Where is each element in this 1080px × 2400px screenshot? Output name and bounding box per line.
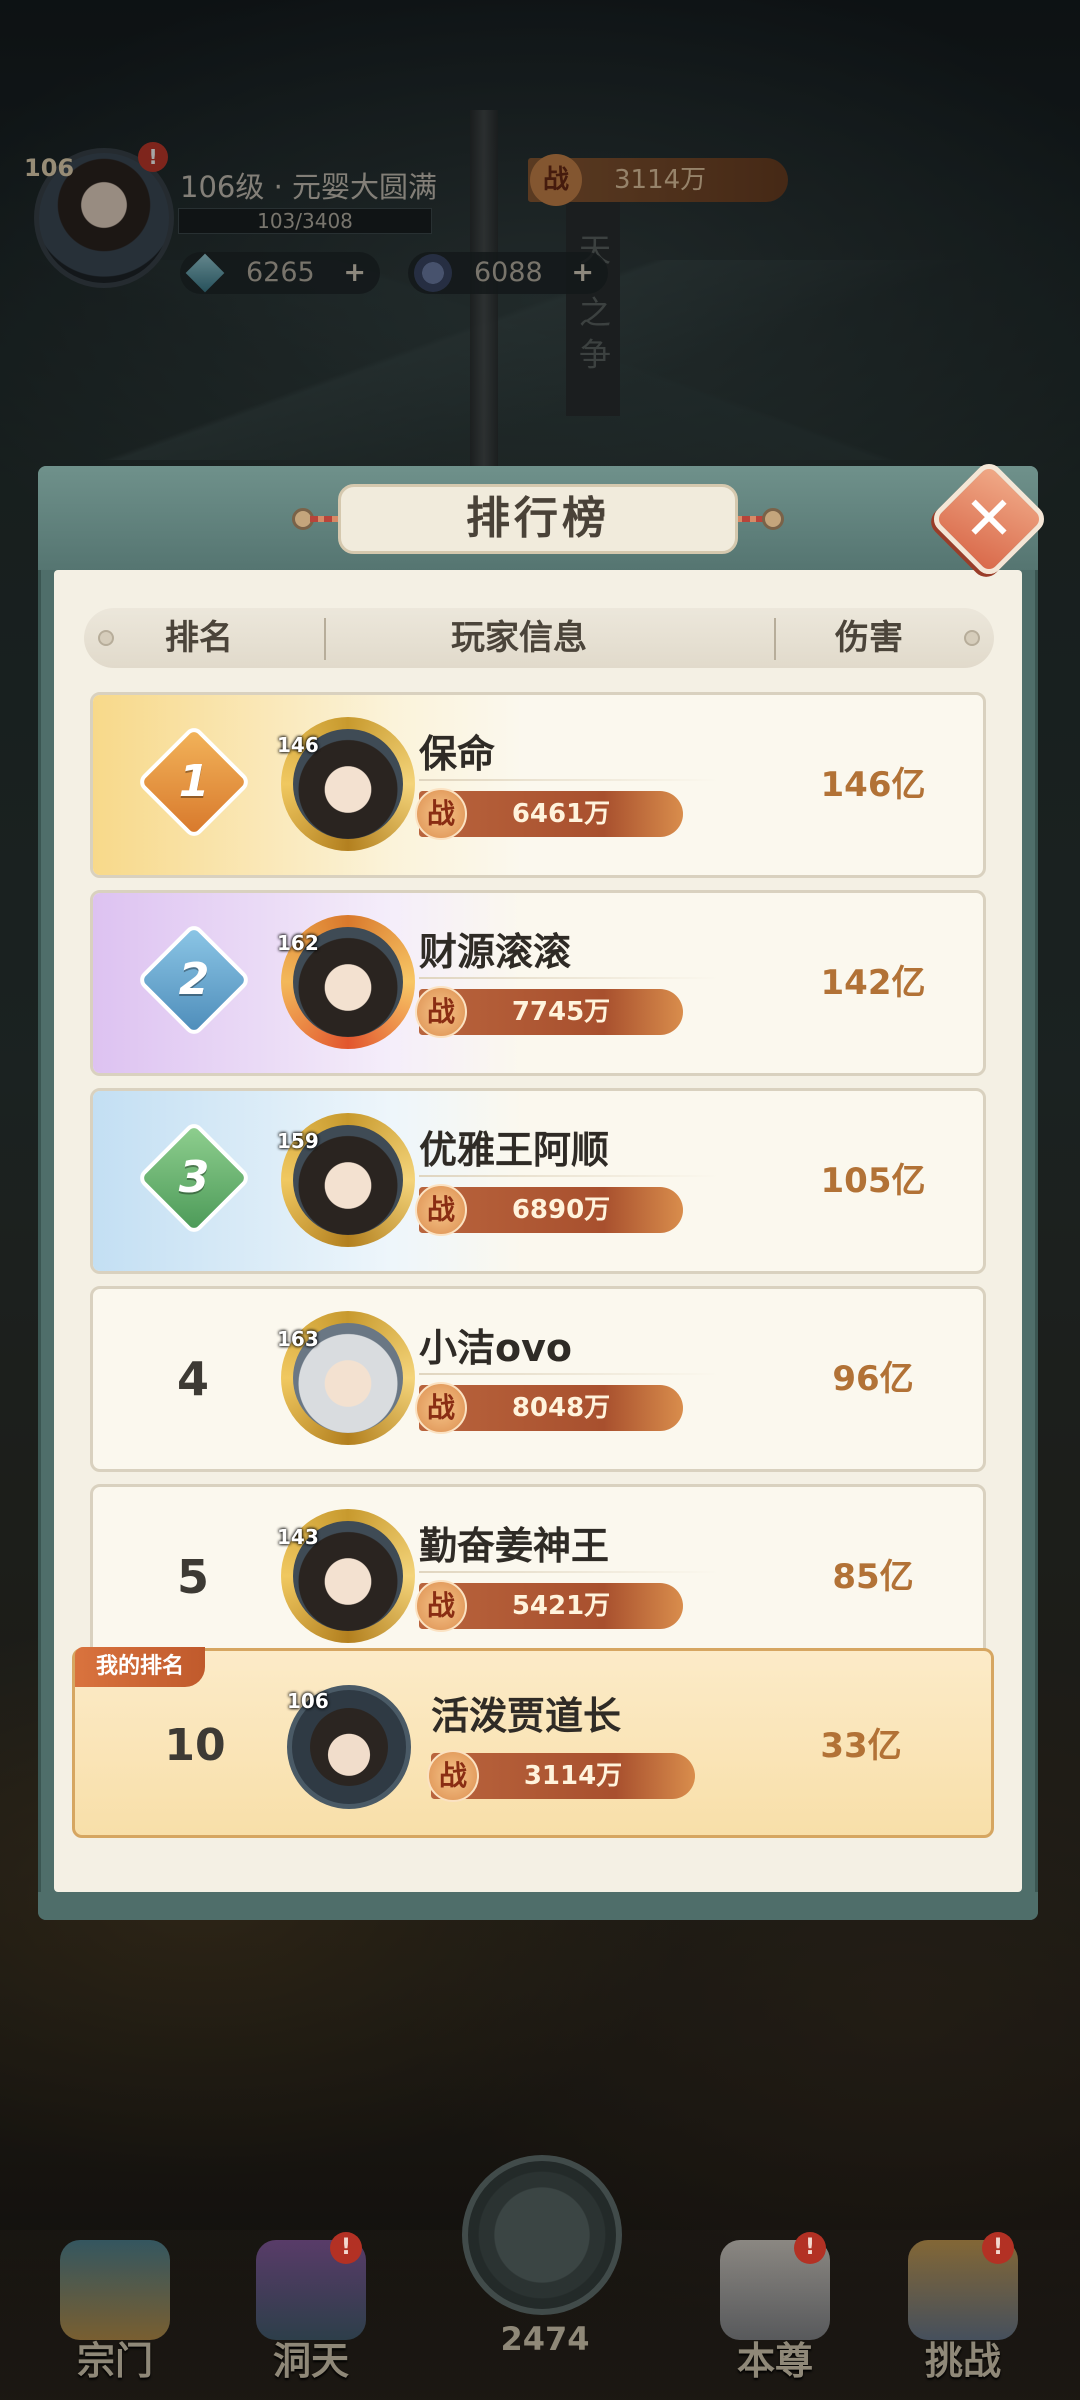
power-value: 5421万 [511,1591,611,1621]
my-power-value: 3114万 [523,1761,623,1791]
nav-cave[interactable]: 洞天 ! [236,2230,386,2400]
player-avatar-frame[interactable]: 163 [273,1303,423,1453]
player-level: 163 [277,1327,319,1351]
player-level: 143 [277,1525,319,1549]
panel-title: 排行榜 [338,484,738,554]
column-damage: 伤害 [835,618,903,658]
ranking-row-5[interactable]: 5 143 勤奋姜神王 战 5421万 85亿 [90,1484,986,1670]
power-value: 7745万 [511,997,611,1027]
divider [419,977,719,979]
challenge-notification-badge: ! [982,2232,1014,2264]
column-header: 排名 玩家信息 伤害 [84,608,994,668]
power-bar: 战 8048万 [415,1382,683,1434]
panel-footer [38,1892,1038,1920]
nav-self-label: 本尊 [736,2339,813,2383]
my-damage-value: 33亿 [820,1726,902,1766]
damage-value: 96亿 [832,1359,914,1399]
power-value: 6890万 [511,1195,611,1225]
player-avatar-frame[interactable]: 146 [273,709,423,859]
player-name: 财源滚滚 [419,930,572,974]
my-rank-row[interactable]: 我的排名 10 106 活泼贾道长 战 3114万 33亿 [72,1647,994,1838]
sect-icon [60,2240,170,2340]
player-avatar-frame[interactable]: 159 [273,1105,423,1255]
player-name: 保命 [419,732,496,776]
cave-notification-badge: ! [330,2232,362,2264]
power-bar: 战 6461万 [415,788,683,840]
player-level: 162 [277,931,319,955]
ranking-row-3[interactable]: 3 159 优雅王阿顺 战 6890万 105亿 [90,1088,986,1274]
self-notification-badge: ! [794,2232,826,2264]
rank-3-number: 3 [178,1152,210,1203]
power-bar: 战 7745万 [415,986,683,1038]
rank-number: 4 [176,1352,209,1406]
my-rank-number: 10 [164,1720,226,1771]
nav-sect-label: 宗门 [76,2339,153,2383]
player-avatar-frame[interactable]: 162 [273,907,423,1057]
nav-sect[interactable]: 宗门 [40,2230,190,2400]
nav-challenge[interactable]: 挑战 ! [888,2230,1038,2400]
player-name: 勤奋姜神王 [419,1524,610,1568]
power-bar: 战 6890万 [415,1184,683,1236]
player-level: 146 [277,733,319,757]
header-pin-left [98,630,114,646]
damage-value: 142亿 [820,963,926,1003]
rank-1-number: 1 [178,756,210,807]
player-level: 159 [277,1129,319,1153]
power-value: 8048万 [511,1393,611,1423]
divider [419,779,719,781]
column-player-info: 玩家信息 [451,618,587,658]
close-icon[interactable]: ✕ [946,476,1032,562]
nav-self[interactable]: 本尊 ! [700,2230,850,2400]
my-power-bar: 战 3114万 [427,1750,695,1802]
nav-center-value: 2474 [500,2320,590,2358]
ranking-row-4[interactable]: 4 163 小洁ovo 战 8048万 96亿 [90,1286,986,1472]
power-bar: 战 5421万 [415,1580,683,1632]
ranking-row-1[interactable]: 1 146 保命 战 6461万 146亿 [90,692,986,878]
my-portrait [310,1708,388,1786]
my-level: 106 [287,1689,329,1713]
player-name: 小洁ovo [419,1326,572,1370]
divider [419,1571,719,1573]
nav-center-button[interactable] [462,2155,622,2315]
divider [419,1175,719,1177]
title-knob-right [762,508,784,530]
rank-number: 5 [176,1550,209,1604]
power-value: 6461万 [511,799,611,829]
rank-2-number: 2 [178,954,210,1005]
divider [419,1373,719,1375]
damage-value: 85亿 [832,1557,914,1597]
damage-value: 146亿 [820,765,926,805]
nav-cave-label: 洞天 [272,2339,349,2383]
player-avatar-frame[interactable]: 143 [273,1501,423,1651]
damage-value: 105亿 [820,1161,926,1201]
column-rank: 排名 [165,618,233,658]
header-pin-right [964,630,980,646]
ranking-row-2[interactable]: 2 162 财源滚滚 战 7745万 142亿 [90,890,986,1076]
my-name: 活泼贾道长 [431,1694,622,1738]
nav-challenge-label: 挑战 [924,2339,1001,2383]
player-name: 优雅王阿顺 [419,1128,610,1172]
